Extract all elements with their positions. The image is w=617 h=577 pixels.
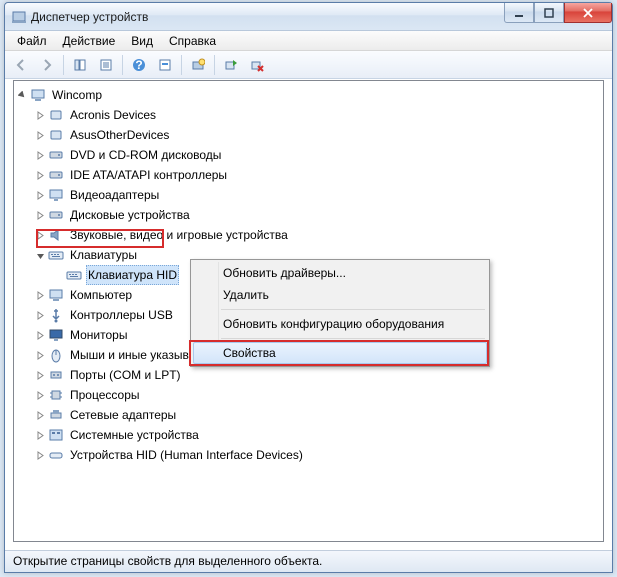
expand-icon[interactable] bbox=[34, 309, 46, 321]
tree-item-label: Acronis Devices bbox=[68, 105, 158, 125]
tree-item-label: Клавиатура HID bbox=[86, 265, 179, 285]
tree-item-label: Компьютер bbox=[68, 285, 134, 305]
device-icon bbox=[48, 207, 64, 223]
tree-item-label: Устройства HID (Human Interface Devices) bbox=[68, 445, 305, 465]
tree-item[interactable]: IDE ATA/ATAPI контроллеры bbox=[34, 165, 601, 185]
back-button[interactable] bbox=[9, 53, 33, 77]
app-icon bbox=[11, 9, 27, 25]
device-icon bbox=[48, 407, 64, 423]
device-icon bbox=[48, 127, 64, 143]
window-title: Диспетчер устройств bbox=[31, 10, 148, 24]
device-icon bbox=[48, 387, 64, 403]
action-button[interactable] bbox=[153, 53, 177, 77]
minimize-button[interactable] bbox=[504, 3, 534, 23]
tree-item[interactable]: Устройства HID (Human Interface Devices) bbox=[34, 445, 601, 465]
toolbar: ? bbox=[5, 51, 612, 79]
expand-icon[interactable] bbox=[34, 129, 46, 141]
expand-icon[interactable] bbox=[34, 349, 46, 361]
status-bar: Открытие страницы свойств для выделенног… bbox=[5, 550, 612, 572]
keyboard-icon bbox=[48, 247, 64, 263]
help-button[interactable]: ? bbox=[127, 53, 151, 77]
expand-icon[interactable] bbox=[34, 409, 46, 421]
expand-icon[interactable] bbox=[34, 289, 46, 301]
tree-item-label: IDE ATA/ATAPI контроллеры bbox=[68, 165, 229, 185]
device-icon bbox=[48, 227, 64, 243]
close-button[interactable] bbox=[564, 3, 612, 23]
scan-button[interactable] bbox=[186, 53, 210, 77]
tree-item-label: Сетевые адаптеры bbox=[68, 405, 178, 425]
status-text: Открытие страницы свойств для выделенног… bbox=[13, 554, 322, 568]
tree-item-label: Системные устройства bbox=[68, 425, 201, 445]
expand-icon[interactable] bbox=[34, 109, 46, 121]
expand-icon[interactable] bbox=[34, 209, 46, 221]
tree-item[interactable]: Видеоадаптеры bbox=[34, 185, 601, 205]
computer-icon bbox=[30, 87, 46, 103]
uninstall-button[interactable] bbox=[245, 53, 269, 77]
tree-root-label: Wincomp bbox=[50, 85, 104, 105]
menu-file[interactable]: Файл bbox=[9, 32, 55, 50]
context-menu: Обновить драйверы... Удалить Обновить ко… bbox=[190, 259, 490, 367]
menubar: Файл Действие Вид Справка bbox=[5, 31, 612, 51]
ctx-delete[interactable]: Удалить bbox=[193, 284, 487, 306]
show-hide-button[interactable] bbox=[68, 53, 92, 77]
device-icon bbox=[48, 287, 64, 303]
device-icon bbox=[48, 107, 64, 123]
device-icon bbox=[48, 347, 64, 363]
ctx-properties[interactable]: Свойства bbox=[193, 342, 487, 364]
titlebar[interactable]: Диспетчер устройств bbox=[5, 3, 612, 31]
ctx-scan-hardware[interactable]: Обновить конфигурацию оборудования bbox=[193, 313, 487, 335]
menu-view[interactable]: Вид bbox=[123, 32, 161, 50]
tree-item-label: Процессоры bbox=[68, 385, 142, 405]
menu-action[interactable]: Действие bbox=[55, 32, 124, 50]
device-icon bbox=[48, 327, 64, 343]
forward-button[interactable] bbox=[35, 53, 59, 77]
ctx-update-drivers[interactable]: Обновить драйверы... bbox=[193, 262, 487, 284]
tree-item-label: Видеоадаптеры bbox=[68, 185, 161, 205]
tree-item[interactable]: DVD и CD-ROM дисководы bbox=[34, 145, 601, 165]
expand-icon[interactable] bbox=[34, 149, 46, 161]
tree-item-label: Звуковые, видео и игровые устройства bbox=[68, 225, 290, 245]
tree-item[interactable]: Системные устройства bbox=[34, 425, 601, 445]
device-icon bbox=[48, 167, 64, 183]
tree-item[interactable]: Процессоры bbox=[34, 385, 601, 405]
properties-button[interactable] bbox=[94, 53, 118, 77]
device-icon bbox=[48, 307, 64, 323]
tree-item[interactable]: Дисковые устройства bbox=[34, 205, 601, 225]
device-icon bbox=[48, 147, 64, 163]
tree-item-label: DVD и CD-ROM дисководы bbox=[68, 145, 223, 165]
expand-icon[interactable] bbox=[34, 329, 46, 341]
tree-item[interactable]: Звуковые, видео и игровые устройства bbox=[34, 225, 601, 245]
tree-item-label: Порты (COM и LPT) bbox=[68, 365, 183, 385]
tree-item[interactable]: Acronis Devices bbox=[34, 105, 601, 125]
expand-icon[interactable] bbox=[34, 249, 46, 261]
expand-icon[interactable] bbox=[34, 369, 46, 381]
menu-help[interactable]: Справка bbox=[161, 32, 224, 50]
svg-text:?: ? bbox=[135, 58, 142, 72]
tree-item-label: AsusOtherDevices bbox=[68, 125, 171, 145]
tree-item-label: Клавиатуры bbox=[68, 245, 139, 265]
expand-icon[interactable] bbox=[34, 189, 46, 201]
keyboard-icon bbox=[66, 267, 82, 283]
maximize-button[interactable] bbox=[534, 3, 564, 23]
expand-icon[interactable] bbox=[34, 449, 46, 461]
expand-icon[interactable] bbox=[34, 229, 46, 241]
tree-item[interactable]: Сетевые адаптеры bbox=[34, 405, 601, 425]
device-icon bbox=[48, 427, 64, 443]
device-icon bbox=[48, 187, 64, 203]
update-driver-button[interactable] bbox=[219, 53, 243, 77]
expand-icon[interactable] bbox=[34, 169, 46, 181]
collapse-icon[interactable] bbox=[16, 89, 28, 101]
expand-icon[interactable] bbox=[34, 389, 46, 401]
tree-item[interactable]: Порты (COM и LPT) bbox=[34, 365, 601, 385]
tree-item-label: Дисковые устройства bbox=[68, 205, 192, 225]
tree-item-label: Контроллеры USB bbox=[68, 305, 175, 325]
expand-icon[interactable] bbox=[34, 429, 46, 441]
tree-root[interactable]: Wincomp bbox=[16, 85, 601, 105]
tree-item[interactable]: AsusOtherDevices bbox=[34, 125, 601, 145]
device-icon bbox=[48, 367, 64, 383]
device-icon bbox=[48, 447, 64, 463]
device-manager-window: Диспетчер устройств Файл Действие Вид Сп… bbox=[4, 2, 613, 573]
tree-item-label: Мониторы bbox=[68, 325, 129, 345]
